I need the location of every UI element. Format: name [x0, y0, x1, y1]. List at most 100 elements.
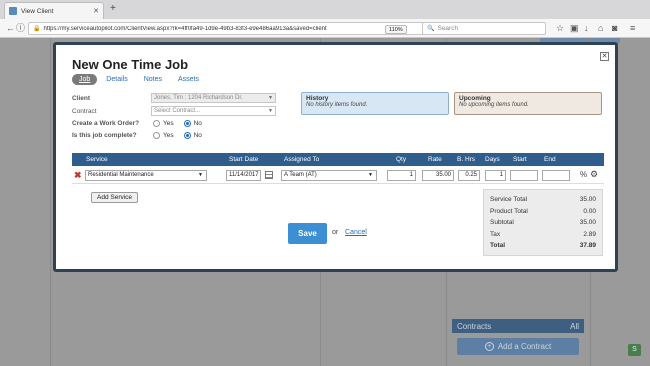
- background-divider: [50, 38, 51, 366]
- app-badge-icon[interactable]: S: [628, 344, 641, 356]
- clipboard-icon[interactable]: ▣: [570, 22, 579, 34]
- tab-assets[interactable]: Assets: [171, 74, 206, 85]
- start-date-input[interactable]: 11/14/2017: [226, 170, 261, 181]
- contract-select[interactable]: Select Contract... ▼: [151, 106, 276, 116]
- close-icon[interactable]: ✕: [600, 52, 609, 61]
- complete-radio-group: Yes No: [153, 132, 202, 139]
- rate-input[interactable]: 35.00: [422, 170, 454, 181]
- save-button[interactable]: Save: [288, 223, 327, 244]
- work-order-yes[interactable]: Yes: [153, 120, 174, 127]
- percent-icon[interactable]: %: [580, 170, 587, 179]
- or-text: or: [332, 229, 339, 236]
- client-select[interactable]: Jones, Tim : 1204 Richardson Dr. ▼: [151, 93, 276, 103]
- download-icon[interactable]: ↓: [584, 22, 589, 34]
- calendar-icon[interactable]: [265, 171, 273, 179]
- add-service-button[interactable]: Add Service: [91, 192, 139, 203]
- no-label: No: [193, 132, 202, 139]
- chevron-down-icon: ▼: [268, 108, 273, 114]
- col-assigned-to: Assigned To: [284, 156, 320, 163]
- zoom-indicator[interactable]: 110%: [385, 25, 407, 34]
- bookmark-star-icon[interactable]: ☆: [556, 22, 564, 34]
- services-table-header: Service Start Date Assigned To Qty Rate …: [72, 153, 604, 166]
- assigned-to-select[interactable]: A Team (AT) ▼: [281, 170, 377, 181]
- radio-icon: [153, 132, 160, 139]
- qty-input[interactable]: 1: [387, 170, 416, 181]
- search-input[interactable]: 🔍 Search: [422, 22, 546, 35]
- upcoming-title: Upcoming: [459, 95, 491, 102]
- col-service: Service: [86, 156, 108, 163]
- complete-label: Is this job complete?: [72, 132, 137, 139]
- tab-job[interactable]: Job: [72, 74, 98, 85]
- browser-tab[interactable]: View Client ✕: [4, 2, 104, 19]
- upcoming-box: Upcoming No upcoming items found.: [454, 92, 602, 115]
- totals-value: 35.00: [579, 219, 596, 226]
- totals-value: 0.00: [583, 207, 596, 215]
- assigned-to-value: A Team (AT): [284, 172, 317, 178]
- yes-label: Yes: [163, 132, 174, 139]
- col-rate: Rate: [428, 156, 442, 163]
- history-title: History: [306, 95, 329, 102]
- complete-yes[interactable]: Yes: [153, 132, 174, 139]
- modal-tabs: Job Details Notes Assets: [72, 74, 206, 85]
- contracts-filter[interactable]: All: [570, 322, 579, 331]
- col-days: Days: [485, 156, 500, 163]
- col-b-hrs: B. Hrs: [457, 156, 476, 163]
- close-tab-icon[interactable]: ✕: [93, 7, 99, 15]
- browser-tab-bar: View Client ✕ +: [0, 0, 650, 19]
- favicon-icon: [9, 7, 17, 15]
- back-icon[interactable]: ←: [6, 22, 15, 34]
- service-select[interactable]: Residential Maintenance ▼: [85, 170, 207, 181]
- totals-label: Total: [490, 242, 506, 249]
- totals-label: Subtotal: [490, 219, 514, 226]
- totals-value: 2.89: [583, 230, 596, 238]
- chevron-down-icon: ▼: [368, 172, 373, 178]
- days-input[interactable]: 1: [485, 170, 506, 181]
- history-box: History No history items found.: [301, 92, 449, 115]
- home-icon[interactable]: ⌂: [598, 22, 603, 34]
- pocket-icon[interactable]: ◙: [612, 22, 617, 34]
- new-tab-icon[interactable]: +: [110, 3, 116, 14]
- product-total-row: Product Total 0.00: [490, 206, 596, 218]
- work-order-no[interactable]: No: [183, 120, 202, 127]
- radio-selected-icon: [183, 120, 191, 127]
- plus-icon: +: [484, 342, 494, 351]
- delete-icon[interactable]: ✖: [74, 170, 82, 180]
- info-icon[interactable]: ⓘ: [16, 22, 25, 34]
- cancel-link[interactable]: Cancel: [345, 229, 367, 236]
- radio-icon: [153, 120, 160, 127]
- tab-details[interactable]: Details: [99, 74, 134, 85]
- add-contract-label: Add a Contract: [497, 342, 552, 351]
- contract-placeholder: Select Contract...: [154, 108, 201, 114]
- url-bar[interactable]: 🔒 https://my.serviceautopilot.com/Client…: [28, 22, 446, 35]
- service-total-row: Service Total 35.00: [490, 194, 596, 206]
- table-row: ✖ Residential Maintenance ▼ 11/14/2017 A…: [72, 166, 604, 184]
- b-hrs-input[interactable]: 0.25: [458, 170, 480, 181]
- tax-row: Tax 2.89: [490, 229, 596, 241]
- start-time-input[interactable]: [510, 170, 538, 181]
- complete-no[interactable]: No: [183, 132, 202, 139]
- totals-value: 37.89: [579, 242, 596, 249]
- search-icon: 🔍: [427, 26, 435, 32]
- col-end: End: [544, 156, 556, 163]
- contracts-label: Contracts: [457, 321, 492, 331]
- contracts-header: Contracts All: [452, 319, 584, 333]
- end-time-input[interactable]: [542, 170, 570, 181]
- chevron-down-icon: ▼: [198, 172, 203, 178]
- col-start: Start: [513, 156, 527, 163]
- client-label: Client: [72, 95, 91, 102]
- yes-label: Yes: [163, 120, 174, 127]
- work-order-radio-group: Yes No: [153, 120, 202, 127]
- service-value: Residential Maintenance: [88, 172, 154, 178]
- menu-icon[interactable]: ≡: [630, 22, 635, 34]
- add-contract-button[interactable]: + Add a Contract: [457, 338, 579, 355]
- history-text: No history items found.: [306, 102, 368, 108]
- modal-title: New One Time Job: [72, 57, 189, 72]
- gear-icon[interactable]: ⚙: [590, 169, 598, 180]
- totals-label: Product Total: [490, 207, 528, 215]
- totals-panel: Service Total 35.00 Product Total 0.00 S…: [483, 189, 603, 256]
- url-text: https://my.serviceautopilot.com/ClientVi…: [43, 25, 327, 32]
- contract-label: Contract: [72, 108, 97, 115]
- contracts-panel: Contracts All + Add a Contract: [452, 279, 584, 359]
- subtotal-row: Subtotal 35.00: [490, 217, 596, 229]
- tab-notes[interactable]: Notes: [137, 74, 169, 85]
